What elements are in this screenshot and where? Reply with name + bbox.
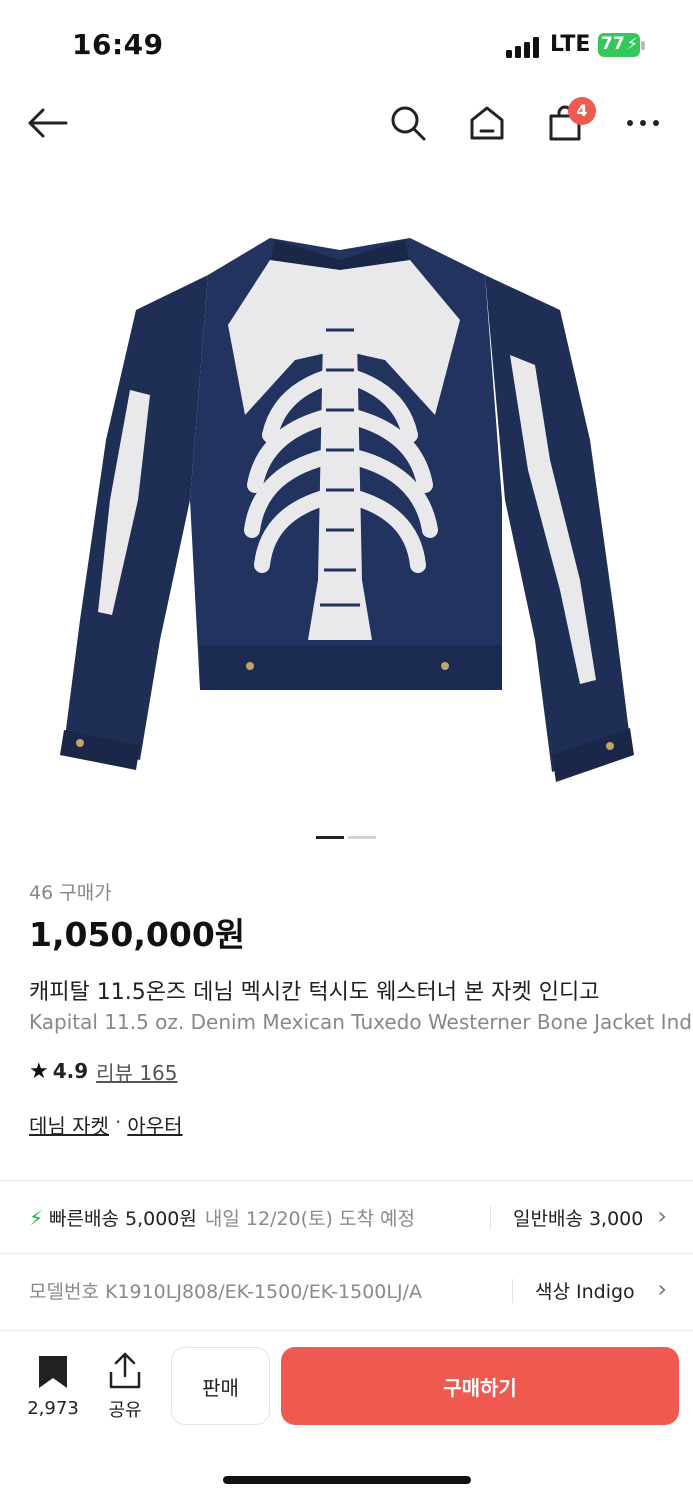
rating-score: 4.9: [52, 1059, 89, 1083]
status-bar: 16:49 LTE 77 ⚡: [0, 0, 693, 90]
divider: [0, 1180, 693, 1181]
sell-button[interactable]: 판매: [171, 1347, 270, 1425]
category-link-outer[interactable]: 아우터: [127, 1110, 182, 1139]
row-separator: [490, 1206, 491, 1230]
share-label: 공유: [108, 1400, 142, 1421]
bookmark-icon: [39, 1356, 67, 1388]
product-photo: [60, 238, 634, 782]
purchase-count: 46 구매가: [29, 882, 112, 904]
cart-count-badge: 4: [568, 97, 596, 125]
share-button[interactable]: 공유: [98, 1352, 152, 1432]
more-dots-icon: [627, 120, 659, 126]
battery-cap: [641, 41, 645, 50]
bookmark-button[interactable]: 2,973: [22, 1352, 84, 1432]
lightning-icon: ⚡: [29, 1205, 44, 1230]
divider: [0, 1253, 693, 1254]
product-title-ko: 캐피탈 11.5온즈 데님 멕시칸 턱시도 웨스터너 본 자켓 인디고: [29, 980, 600, 1005]
search-button[interactable]: [385, 100, 431, 146]
rating-row: ★ 4.9 리뷰 165: [29, 1057, 178, 1085]
home-icon: [470, 106, 504, 140]
chevron-right-icon: ›: [657, 1202, 667, 1230]
fast-delivery: ⚡ 빠른배송 5,000원 내일 12/20(토) 도착 예정: [29, 1204, 415, 1231]
bookmark-count: 2,973: [27, 1398, 79, 1419]
pager-dot-active: [316, 836, 344, 839]
star-icon: ★: [29, 1058, 49, 1084]
charging-icon: ⚡: [626, 34, 638, 53]
more-button[interactable]: [620, 100, 666, 146]
search-icon: [391, 106, 426, 141]
home-button[interactable]: [464, 100, 510, 146]
category-breadcrumb: 데님 자켓 · 아우터: [29, 1110, 183, 1139]
back-button[interactable]: [24, 100, 70, 146]
battery-level: 77: [601, 34, 625, 54]
category-link-denim-jacket[interactable]: 데님 자켓: [29, 1110, 109, 1139]
category-separator: ·: [114, 1110, 122, 1134]
fast-delivery-label: 빠른배송 5,000원: [49, 1208, 197, 1230]
detail-row[interactable]: 모델번호 K1910LJ808/EK-1500/EK-1500LJ/A 색상 I…: [0, 1255, 693, 1325]
review-link[interactable]: 리뷰 165: [96, 1057, 177, 1086]
row-separator: [512, 1279, 513, 1303]
buy-button[interactable]: 구매하기: [281, 1347, 679, 1425]
chevron-right-icon: ›: [657, 1275, 667, 1303]
home-indicator: [223, 1476, 471, 1484]
color-label: 색상 Indigo: [535, 1281, 635, 1303]
image-pager[interactable]: [316, 836, 378, 840]
status-time: 16:49: [72, 28, 164, 61]
divider: [0, 1330, 693, 1331]
model-number: 모델번호 K1910LJ808/EK-1500/EK-1500LJ/A: [29, 1281, 422, 1303]
product-price: 1,050,000원: [29, 915, 246, 954]
product-image[interactable]: [40, 200, 653, 800]
signal-icon: [506, 36, 544, 58]
fast-delivery-eta: 내일 12/20(토) 도착 예정: [204, 1208, 415, 1230]
pager-dot: [348, 836, 376, 839]
bottom-action-bar: 2,973 공유 판매 구매하기: [0, 1332, 693, 1500]
share-icon: [109, 1352, 141, 1389]
normal-delivery-label: 일반배송 3,000원: [513, 1208, 643, 1230]
battery-icon: 77 ⚡: [598, 33, 640, 57]
network-label: LTE: [550, 32, 591, 57]
arrow-left-icon: [28, 108, 68, 138]
delivery-row[interactable]: ⚡ 빠른배송 5,000원 내일 12/20(토) 도착 예정 일반배송 3,0…: [0, 1182, 693, 1252]
product-title-en: Kapital 11.5 oz. Denim Mexican Tuxedo We…: [29, 1010, 693, 1034]
